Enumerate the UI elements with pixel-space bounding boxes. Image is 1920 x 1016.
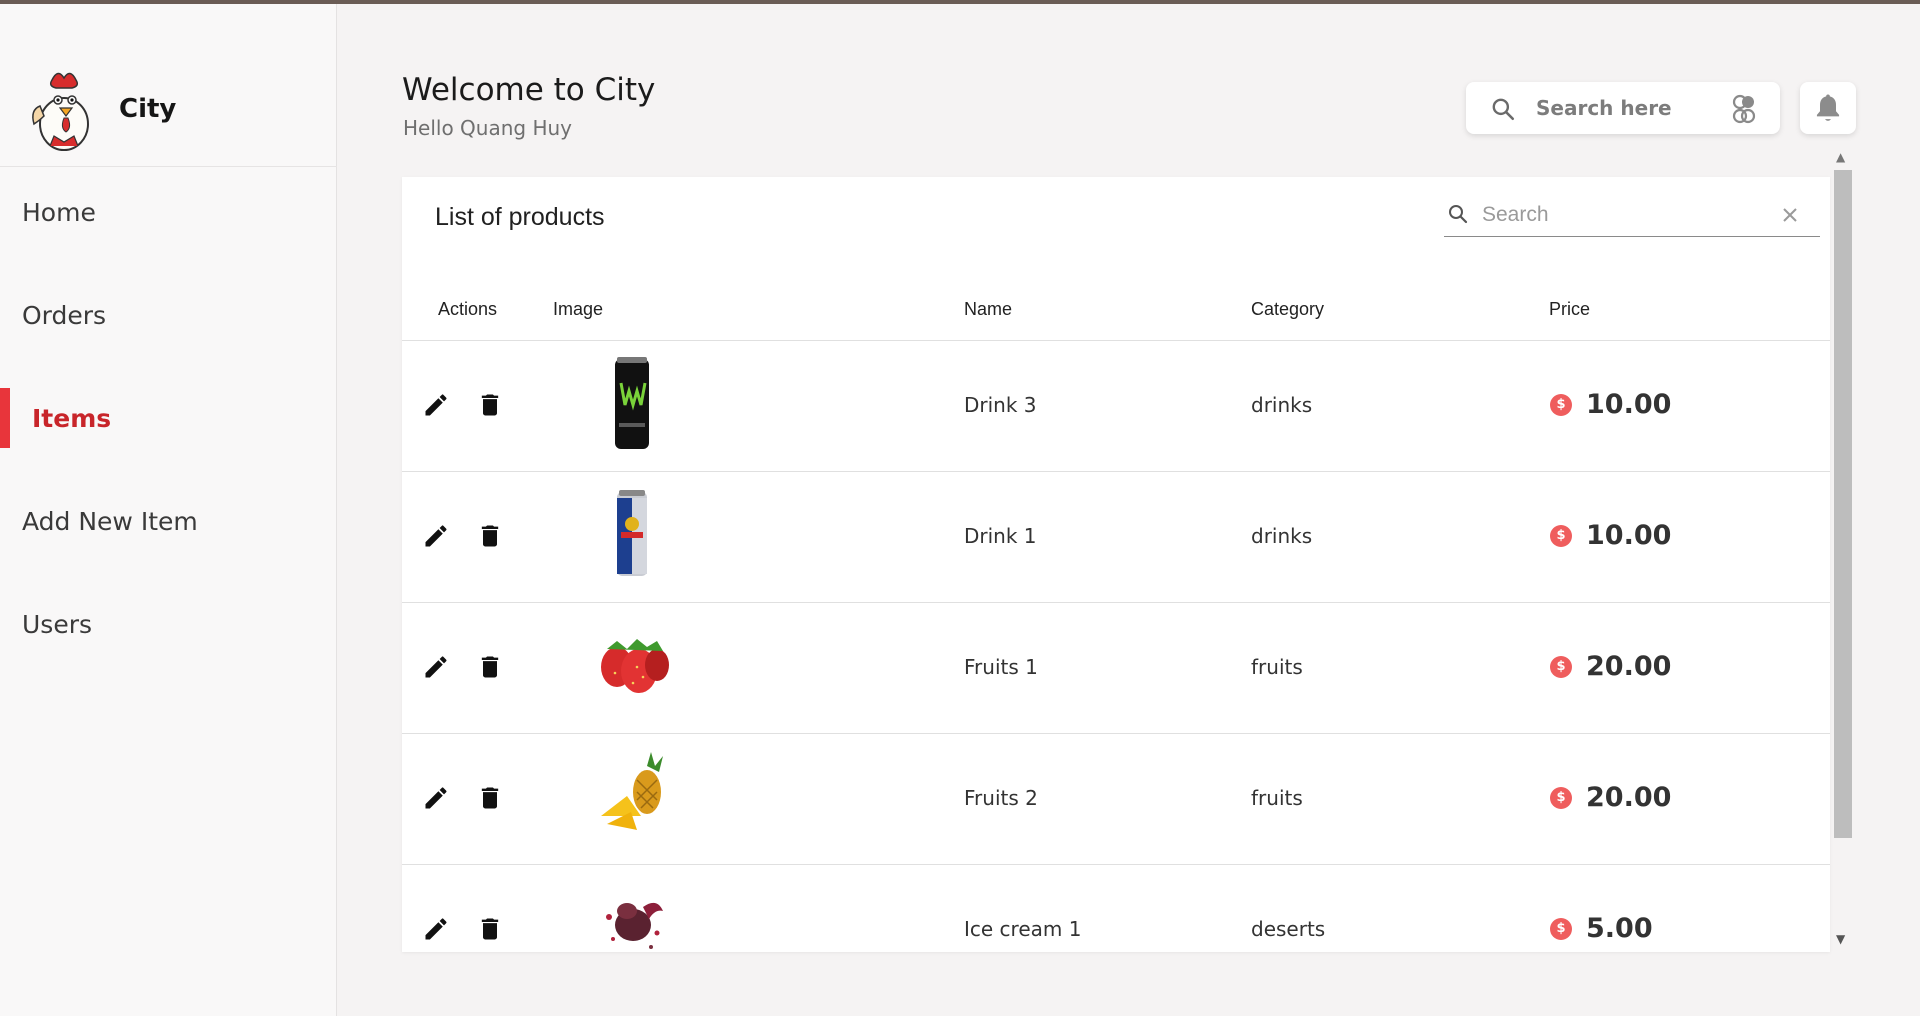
scrollbar-thumb[interactable] [1834,170,1852,838]
products-card: List of products Actions Image Name Cate… [402,177,1830,952]
price-value: 10.00 [1586,389,1672,420]
product-price: $ 20.00 [1550,651,1671,682]
product-name: Drink 1 [964,524,1037,548]
column-header-name: Name [964,299,1013,319]
price-value: 20.00 [1586,782,1672,813]
pineapple-icon [601,752,663,830]
ice-cream-icon [606,902,663,949]
rooster-logo-icon [32,72,89,151]
table-row: Ice cream 1 deserts $ 5.00 [402,865,1830,952]
table-row: Fruits 1 fruits $ 20.00 [402,603,1830,734]
edit-icon[interactable] [422,784,450,812]
notifications-button[interactable] [1800,82,1856,134]
active-indicator [0,388,10,448]
sidebar-item-orders[interactable]: Orders [0,285,337,345]
edit-icon[interactable] [422,915,450,943]
product-name: Fruits 2 [964,786,1038,810]
edit-icon[interactable] [422,391,450,419]
sidebar-item-label: Add New Item [22,506,198,536]
product-category: deserts [1251,917,1326,941]
product-name: Fruits 1 [964,655,1038,679]
table-header: Actions Image Name Category Price [402,277,1830,341]
column-header-actions: Actions [438,299,498,319]
clear-search-icon[interactable] [1780,205,1800,225]
dollar-coin-icon: $ [1550,917,1572,940]
filter-toggle-icon[interactable] [1728,92,1760,126]
table-search-input[interactable] [1482,201,1762,229]
dollar-coin-icon: $ [1550,655,1572,678]
bell-icon [1816,94,1840,121]
product-category: drinks [1251,393,1313,417]
delete-icon[interactable] [476,915,504,943]
brand-name: City [119,94,177,124]
price-value: 5.00 [1586,913,1653,944]
search-icon [1492,98,1515,121]
dollar-coin-icon: $ [1550,524,1572,547]
product-category: drinks [1251,524,1313,548]
product-price: $ 20.00 [1550,782,1671,813]
delete-icon[interactable] [476,522,504,550]
header-search [1466,82,1780,134]
price-value: 20.00 [1586,651,1672,682]
table-title: List of products [435,203,605,231]
delete-icon[interactable] [476,653,504,681]
sidebar-item-label: Users [22,609,93,639]
strawberry-icon [601,639,669,693]
scroll-down-arrow-icon[interactable]: ▼ [1836,932,1845,946]
sidebar-item-items[interactable]: Items [0,388,337,448]
column-header-category: Category [1251,299,1325,319]
product-category: fruits [1251,655,1303,679]
product-category: fruits [1251,786,1303,810]
sidebar-item-label: Orders [22,300,107,330]
product-name: Ice cream 1 [964,917,1082,941]
edit-icon[interactable] [422,522,450,550]
product-price: $ 10.00 [1550,389,1671,420]
price-value: 10.00 [1586,520,1672,551]
product-price: $ 5.00 [1550,913,1653,944]
sidebar-item-label: Home [22,197,96,227]
sidebar-item-add-new-item[interactable]: Add New Item [0,491,337,551]
product-name: Drink 3 [964,393,1037,417]
sidebar-item-label: Items [32,403,112,433]
column-header-image: Image [553,299,604,319]
sidebar: City Home Orders Items Add New Item User… [0,4,337,1016]
scroll-up-arrow-icon[interactable]: ▲ [1836,150,1845,164]
table-search [1444,193,1820,237]
delete-icon[interactable] [476,391,504,419]
table-row: Drink 1 drinks $ 10.00 [402,472,1830,603]
dollar-coin-icon: $ [1550,393,1572,416]
can-blue-icon [617,490,647,576]
greeting: Hello Quang Huy [403,116,573,140]
edit-icon[interactable] [422,653,450,681]
search-icon [1449,205,1468,224]
sidebar-item-users[interactable]: Users [0,594,337,654]
header-search-input[interactable] [1536,94,1716,122]
can-green-icon [615,357,649,449]
sidebar-item-home[interactable]: Home [0,182,337,242]
page-title: Welcome to City [402,72,656,108]
delete-icon[interactable] [476,784,504,812]
table-row: Drink 3 drinks $ 10.00 [402,341,1830,472]
table-row: Fruits 2 fruits $ 20.00 [402,734,1830,865]
dollar-coin-icon: $ [1550,786,1572,809]
product-price: $ 10.00 [1550,520,1671,551]
brand: City [0,4,337,167]
column-header-price: Price [1549,299,1591,319]
